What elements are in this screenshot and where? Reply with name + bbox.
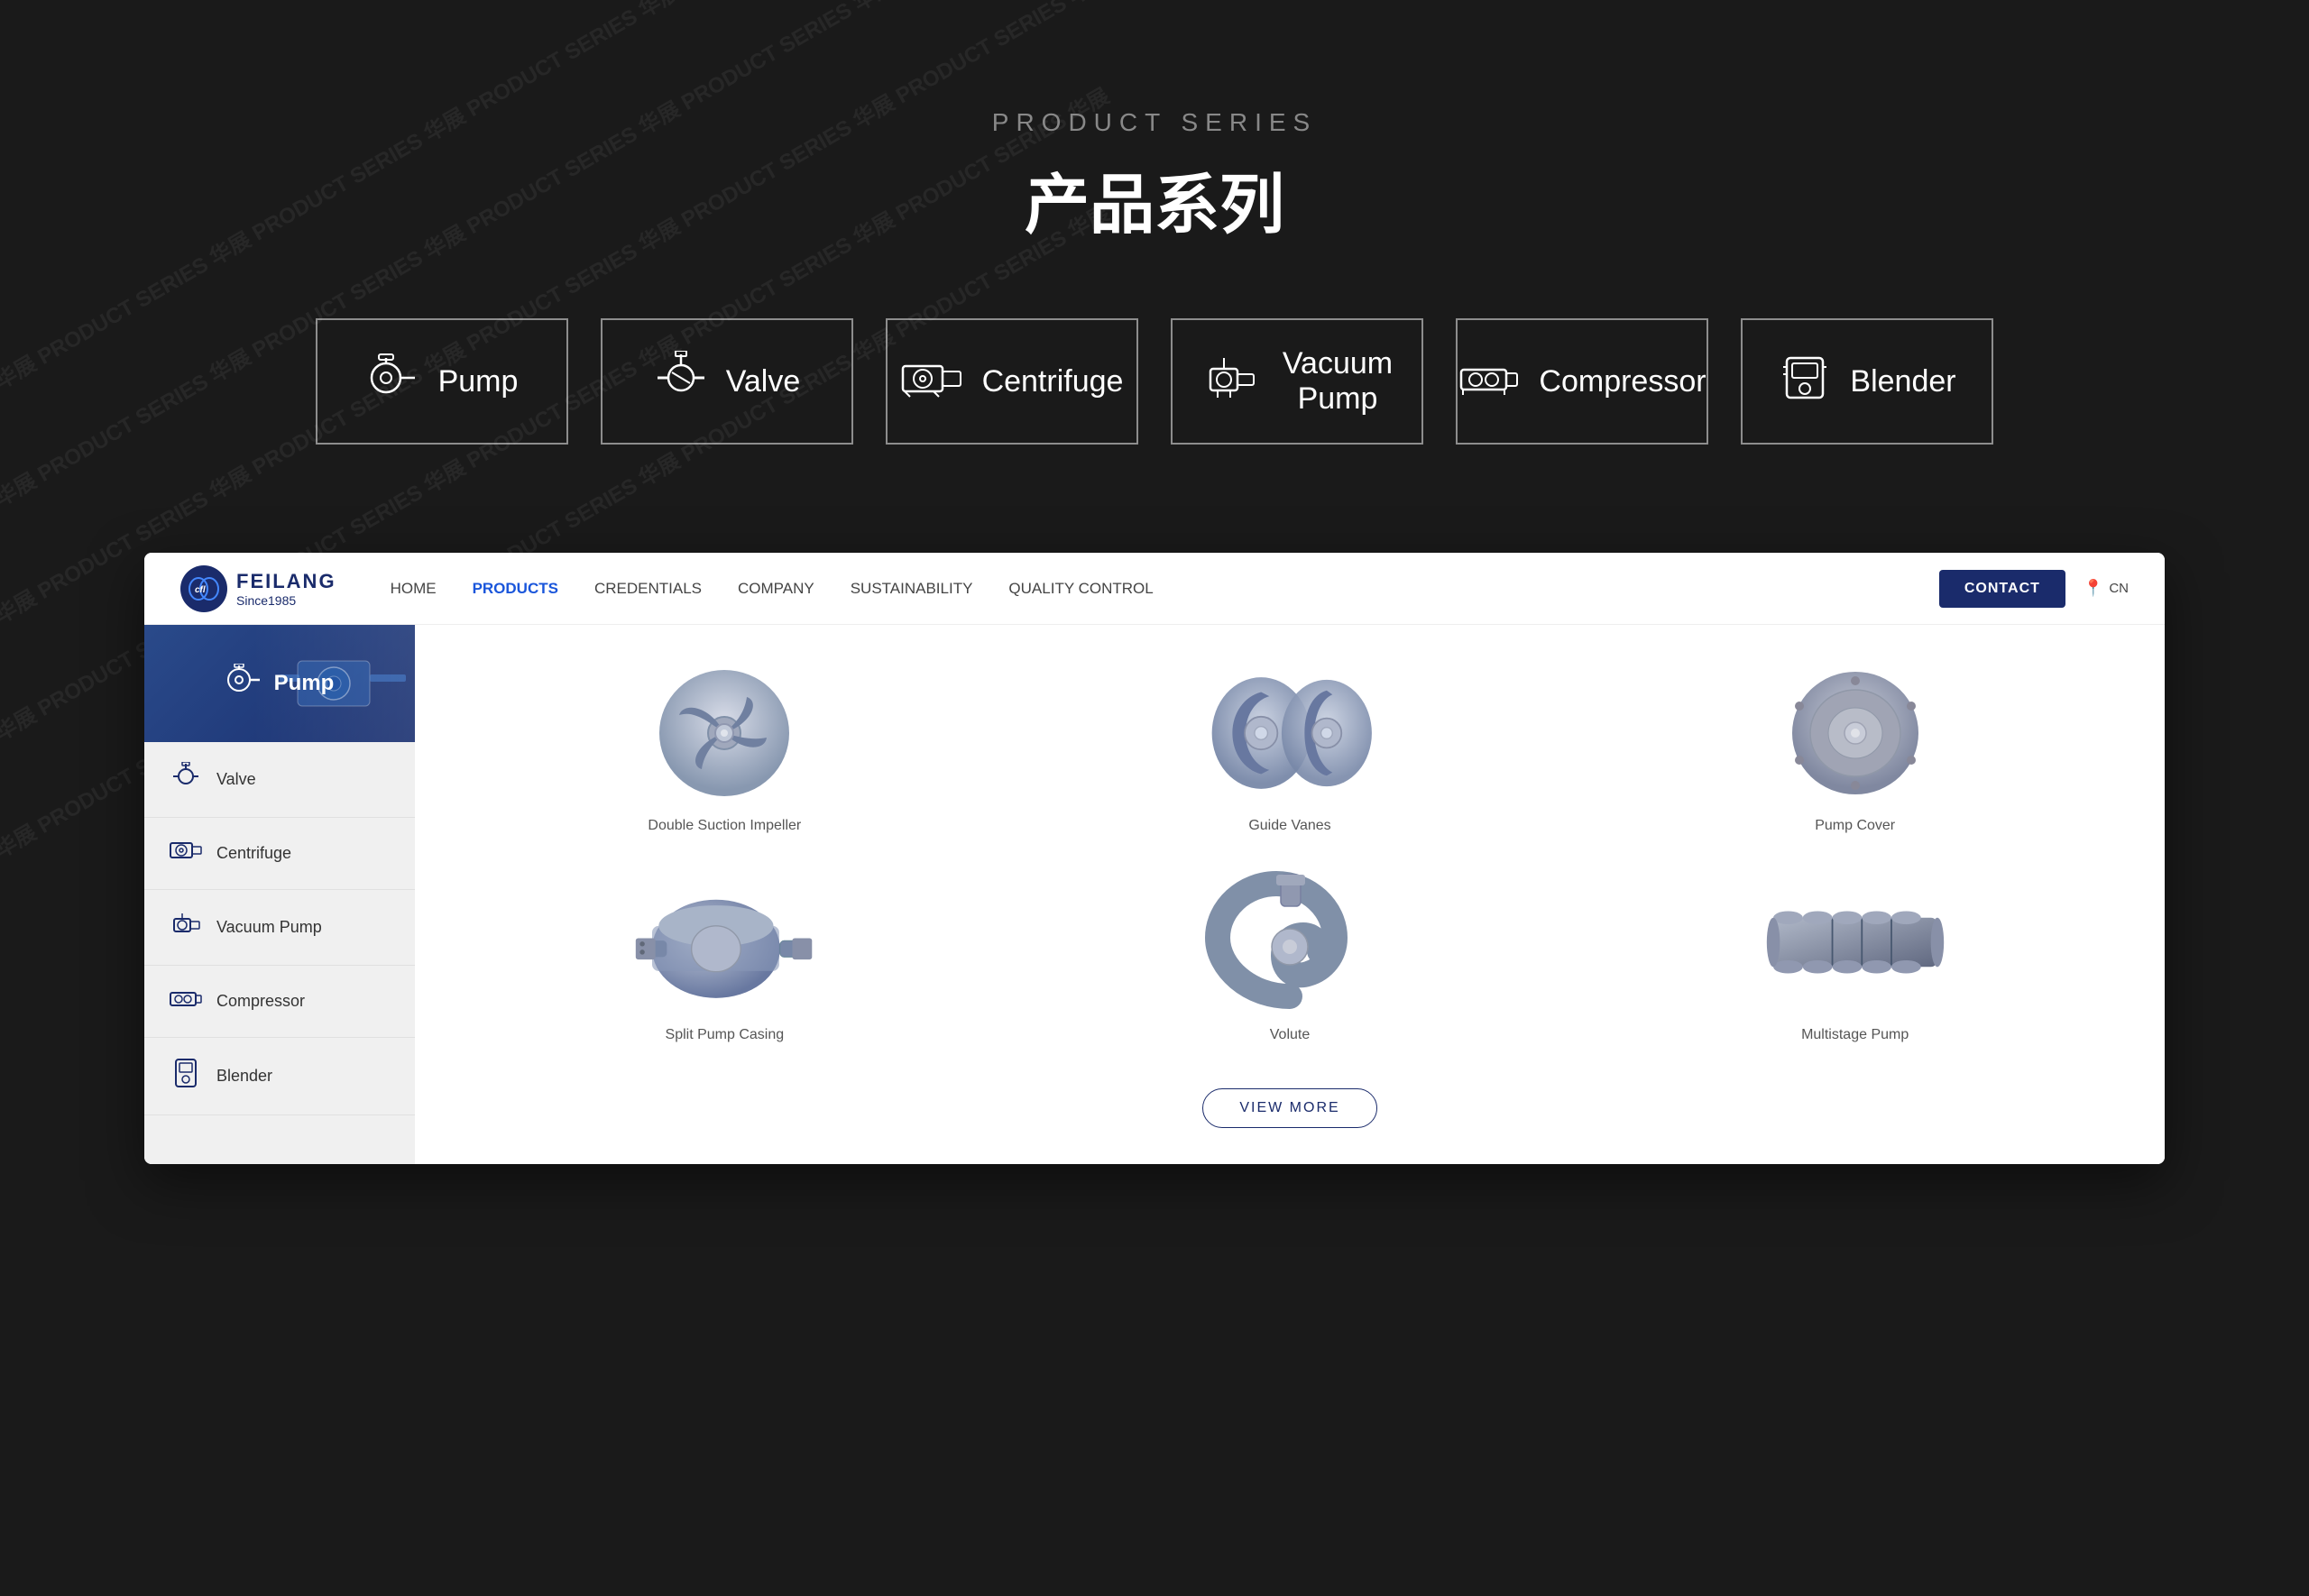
view-more-button[interactable]: VIEW MORE — [1202, 1088, 1376, 1128]
category-card-pump[interactable]: Pump — [316, 318, 568, 445]
product-grid: Double Suction Impeller — [415, 625, 2165, 1164]
vacuum-pump-sidebar-icon — [170, 910, 202, 945]
category-cards: Pump Valve — [0, 318, 2309, 445]
svg-text:cfl: cfl — [195, 585, 206, 595]
product-label-impeller: Double Suction Impeller — [648, 818, 801, 834]
valve-sidebar-icon — [170, 762, 202, 797]
nav-bar: cfl FEILANG Since1985 HOME PRODUCTS CRED… — [144, 553, 2165, 625]
product-item-split-pump-casing[interactable]: Split Pump Casing — [469, 870, 980, 1043]
product-item-multistage-pump[interactable]: Multistage Pump — [1599, 870, 2111, 1043]
sidebar-centrifuge-label: Centrifuge — [216, 844, 291, 863]
sidebar-valve-label: Valve — [216, 770, 256, 789]
nav-company[interactable]: COMPANY — [738, 580, 814, 598]
category-card-centrifuge[interactable]: Centrifuge — [886, 318, 1138, 445]
product-image-impeller — [634, 661, 814, 805]
nav-credentials[interactable]: CREDENTIALS — [594, 580, 702, 598]
logo-circle: cfl — [180, 565, 227, 612]
sidebar-blender-label: Blender — [216, 1067, 272, 1086]
logo-since: Since1985 — [236, 593, 336, 608]
top-section: PRODUCT SERIES 产品系列 Pump — [0, 0, 2309, 499]
product-image-guide-vanes — [1200, 661, 1380, 805]
pump-banner-label: Pump — [274, 671, 335, 696]
contact-button[interactable]: CONTACT — [1939, 570, 2065, 608]
nav-products[interactable]: PRODUCTS — [473, 580, 558, 598]
nav-quality-control[interactable]: QUALITY CONTROL — [1008, 580, 1153, 598]
nav-sustainability[interactable]: SUSTAINABILITY — [851, 580, 973, 598]
view-more-row: VIEW MORE — [469, 1088, 2111, 1128]
centrifuge-sidebar-icon — [170, 838, 202, 869]
product-label-split-pump-casing: Split Pump Casing — [666, 1027, 785, 1043]
sidebar-item-valve[interactable]: Valve — [144, 742, 415, 818]
product-label-volute: Volute — [1270, 1027, 1310, 1043]
sidebar-pump-banner[interactable]: Pump — [144, 625, 415, 742]
product-image-split-pump-casing — [634, 870, 814, 1014]
pump-card-label: Pump — [438, 364, 519, 399]
product-label-pump-cover: Pump Cover — [1815, 818, 1895, 834]
product-series-title: 产品系列 — [0, 151, 2309, 246]
valve-card-label: Valve — [726, 364, 801, 399]
browser-section: cfl FEILANG Since1985 HOME PRODUCTS CRED… — [144, 553, 2165, 1164]
product-item-impeller[interactable]: Double Suction Impeller — [469, 661, 980, 834]
sidebar-item-blender[interactable]: Blender — [144, 1038, 415, 1115]
logo-name: FEILANG — [236, 570, 336, 593]
compressor-card-icon — [1458, 355, 1521, 408]
product-image-multistage-pump — [1765, 870, 1946, 1014]
sidebar-item-compressor[interactable]: Compressor — [144, 966, 415, 1038]
lang-label: CN — [2109, 581, 2129, 596]
product-item-guide-vanes[interactable]: Guide Vanes — [1035, 661, 1546, 834]
nav-right: CONTACT 📍 CN — [1939, 570, 2129, 608]
valve-card-icon — [654, 351, 708, 413]
product-item-pump-cover[interactable]: Pump Cover — [1599, 661, 2111, 834]
category-card-vacuum-pump[interactable]: VacuumPump — [1171, 318, 1423, 445]
pump-banner-icon — [225, 664, 262, 704]
pin-icon: 📍 — [2084, 579, 2103, 598]
sidebar-item-centrifuge[interactable]: Centrifuge — [144, 818, 415, 890]
lang-selector[interactable]: 📍 CN — [2084, 579, 2129, 598]
product-items-grid: Double Suction Impeller — [469, 661, 2111, 1128]
vacuum-pump-card-icon — [1201, 351, 1265, 413]
product-item-volute[interactable]: Volute — [1035, 870, 1546, 1043]
nav-links: HOME PRODUCTS CREDENTIALS COMPANY SUSTAI… — [391, 580, 1939, 598]
product-series-subtitle: PRODUCT SERIES — [0, 108, 2309, 137]
sidebar: Pump — [144, 625, 415, 1164]
category-card-valve[interactable]: Valve — [601, 318, 853, 445]
compressor-card-label: Compressor — [1539, 364, 1706, 399]
sidebar-vacuum-pump-label: Vacuum Pump — [216, 918, 322, 937]
pump-card-icon — [366, 351, 420, 413]
website-frame: cfl FEILANG Since1985 HOME PRODUCTS CRED… — [144, 553, 2165, 1164]
product-image-pump-cover — [1765, 661, 1946, 805]
vacuum-pump-card-label: VacuumPump — [1283, 346, 1393, 417]
blender-card-label: Blender — [1850, 364, 1955, 399]
product-label-multistage-pump: Multistage Pump — [1801, 1027, 1909, 1043]
centrifuge-card-label: Centrifuge — [982, 364, 1124, 399]
nav-home[interactable]: HOME — [391, 580, 437, 598]
blender-card-icon — [1778, 351, 1832, 413]
category-card-compressor[interactable]: Compressor — [1456, 318, 1708, 445]
logo-text: FEILANG Since1985 — [236, 570, 336, 608]
main-content: Pump — [144, 625, 2165, 1164]
sidebar-compressor-label: Compressor — [216, 992, 305, 1011]
compressor-sidebar-icon — [170, 986, 202, 1017]
centrifuge-card-icon — [901, 355, 964, 408]
blender-sidebar-icon — [170, 1058, 202, 1095]
logo-area[interactable]: cfl FEILANG Since1985 — [180, 565, 336, 612]
category-card-blender[interactable]: Blender — [1741, 318, 1993, 445]
product-label-guide-vanes: Guide Vanes — [1248, 818, 1330, 834]
product-image-volute — [1200, 870, 1380, 1014]
sidebar-item-vacuum-pump[interactable]: Vacuum Pump — [144, 890, 415, 966]
